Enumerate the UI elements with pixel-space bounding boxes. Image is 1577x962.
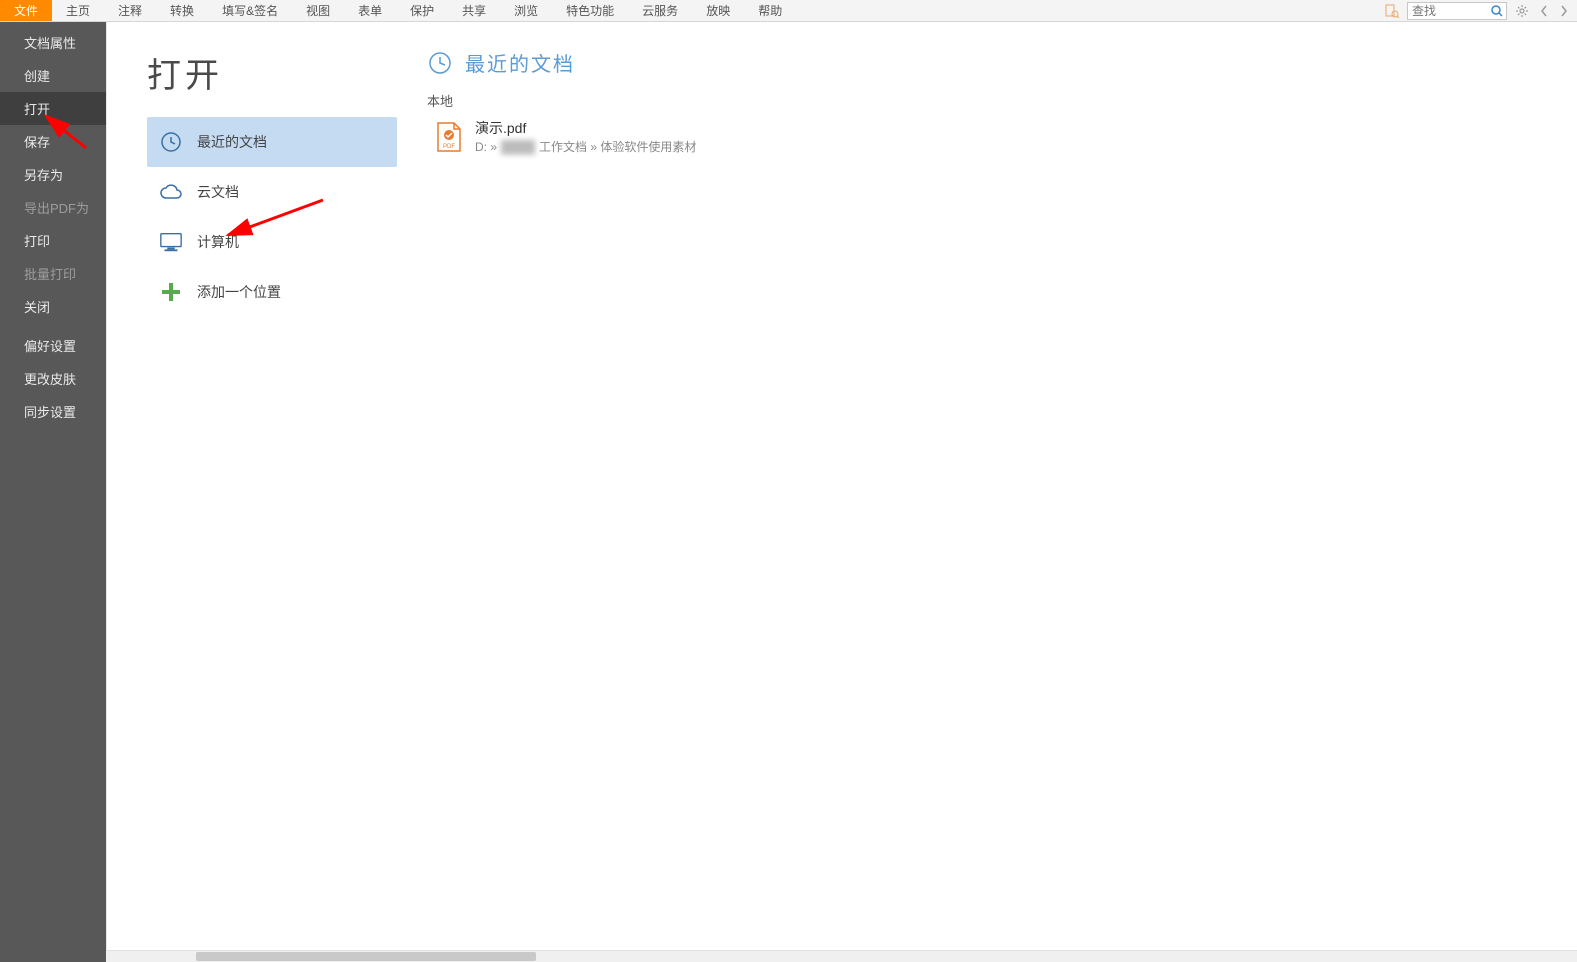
place-label: 计算机: [197, 232, 239, 252]
document-name: 演示.pdf: [475, 118, 696, 138]
menu-tab-home[interactable]: 主页: [52, 0, 104, 21]
sidebar-item-batchprint: 批量打印: [0, 257, 106, 290]
recent-document[interactable]: PDF 演示.pdf D: » ████ 工作文档 » 体验软件使用素材: [427, 116, 1547, 163]
sidebar-item-exportpdf: 导出PDF为: [0, 191, 106, 224]
pdf-file-icon: PDF: [435, 121, 463, 153]
menu-tab-slideshow[interactable]: 放映: [692, 0, 744, 21]
menu-tab-view[interactable]: 视图: [292, 0, 344, 21]
sidebar-item-create[interactable]: 创建: [0, 59, 106, 92]
plus-icon: [159, 280, 183, 304]
computer-icon: [159, 230, 183, 254]
sidebar-item-preferences[interactable]: 偏好设置: [0, 329, 106, 362]
sidebar-item-open[interactable]: 打开: [0, 92, 106, 125]
place-cloud[interactable]: 云文档: [147, 167, 397, 217]
place-add-location[interactable]: 添加一个位置: [147, 267, 397, 317]
place-computer[interactable]: 计算机: [147, 217, 397, 267]
clock-icon: [427, 50, 453, 76]
menu-tab-cloud[interactable]: 云服务: [628, 0, 692, 21]
sidebar-item-close[interactable]: 关闭: [0, 290, 106, 323]
place-label: 最近的文档: [197, 132, 267, 152]
page-title: 打开: [147, 48, 397, 97]
open-content-panel: 最近的文档 本地 PDF 演示.pdf D: » ████ 工作文档 » 体验软…: [397, 22, 1577, 962]
search-input[interactable]: [1408, 4, 1488, 18]
search-page-icon[interactable]: [1383, 2, 1401, 20]
menu-tab-convert[interactable]: 转换: [156, 0, 208, 21]
menu-tab-annotate[interactable]: 注释: [104, 0, 156, 21]
place-label: 添加一个位置: [197, 282, 281, 302]
menu-tab-protect[interactable]: 保护: [396, 0, 448, 21]
cloud-icon: [159, 180, 183, 204]
menu-tab-help[interactable]: 帮助: [744, 0, 796, 21]
scrollbar-thumb[interactable]: [196, 952, 536, 961]
clock-icon: [159, 130, 183, 154]
open-places-panel: 打开 最近的文档 云文档: [107, 22, 397, 962]
menubar: 文件 主页 注释 转换 填写&签名 视图 表单 保护 共享 浏览 特色功能 云服…: [0, 0, 1577, 22]
sidebar-item-sync[interactable]: 同步设置: [0, 395, 106, 428]
menu-tab-share[interactable]: 共享: [448, 0, 500, 21]
gear-icon[interactable]: [1513, 2, 1531, 20]
horizontal-scrollbar[interactable]: [106, 950, 1577, 962]
sidebar-item-print[interactable]: 打印: [0, 224, 106, 257]
sidebar-item-properties[interactable]: 文档属性: [0, 26, 106, 59]
menu-tab-features[interactable]: 特色功能: [552, 0, 628, 21]
document-path: D: » ████ 工作文档 » 体验软件使用素材: [475, 138, 696, 155]
search-icon[interactable]: [1488, 2, 1506, 20]
nav-next-icon[interactable]: [1557, 2, 1571, 20]
sidebar-item-skin[interactable]: 更改皮肤: [0, 362, 106, 395]
file-sidebar: 文档属性 创建 打开 保存 另存为 导出PDF为 打印 批量打印 关闭 偏好设置…: [0, 22, 106, 962]
place-recent[interactable]: 最近的文档: [147, 117, 397, 167]
menu-tab-browse[interactable]: 浏览: [500, 0, 552, 21]
section-local: 本地: [427, 91, 1547, 110]
sidebar-item-saveas[interactable]: 另存为: [0, 158, 106, 191]
place-label: 云文档: [197, 182, 239, 202]
svg-text:PDF: PDF: [443, 144, 455, 150]
menu-tab-file[interactable]: 文件: [0, 0, 52, 21]
menu-tab-form[interactable]: 表单: [344, 0, 396, 21]
recent-header: 最近的文档: [465, 48, 575, 77]
search-box[interactable]: [1407, 2, 1507, 20]
menu-tab-fillsign[interactable]: 填写&签名: [208, 0, 292, 21]
nav-prev-icon[interactable]: [1537, 2, 1551, 20]
sidebar-item-save[interactable]: 保存: [0, 125, 106, 158]
